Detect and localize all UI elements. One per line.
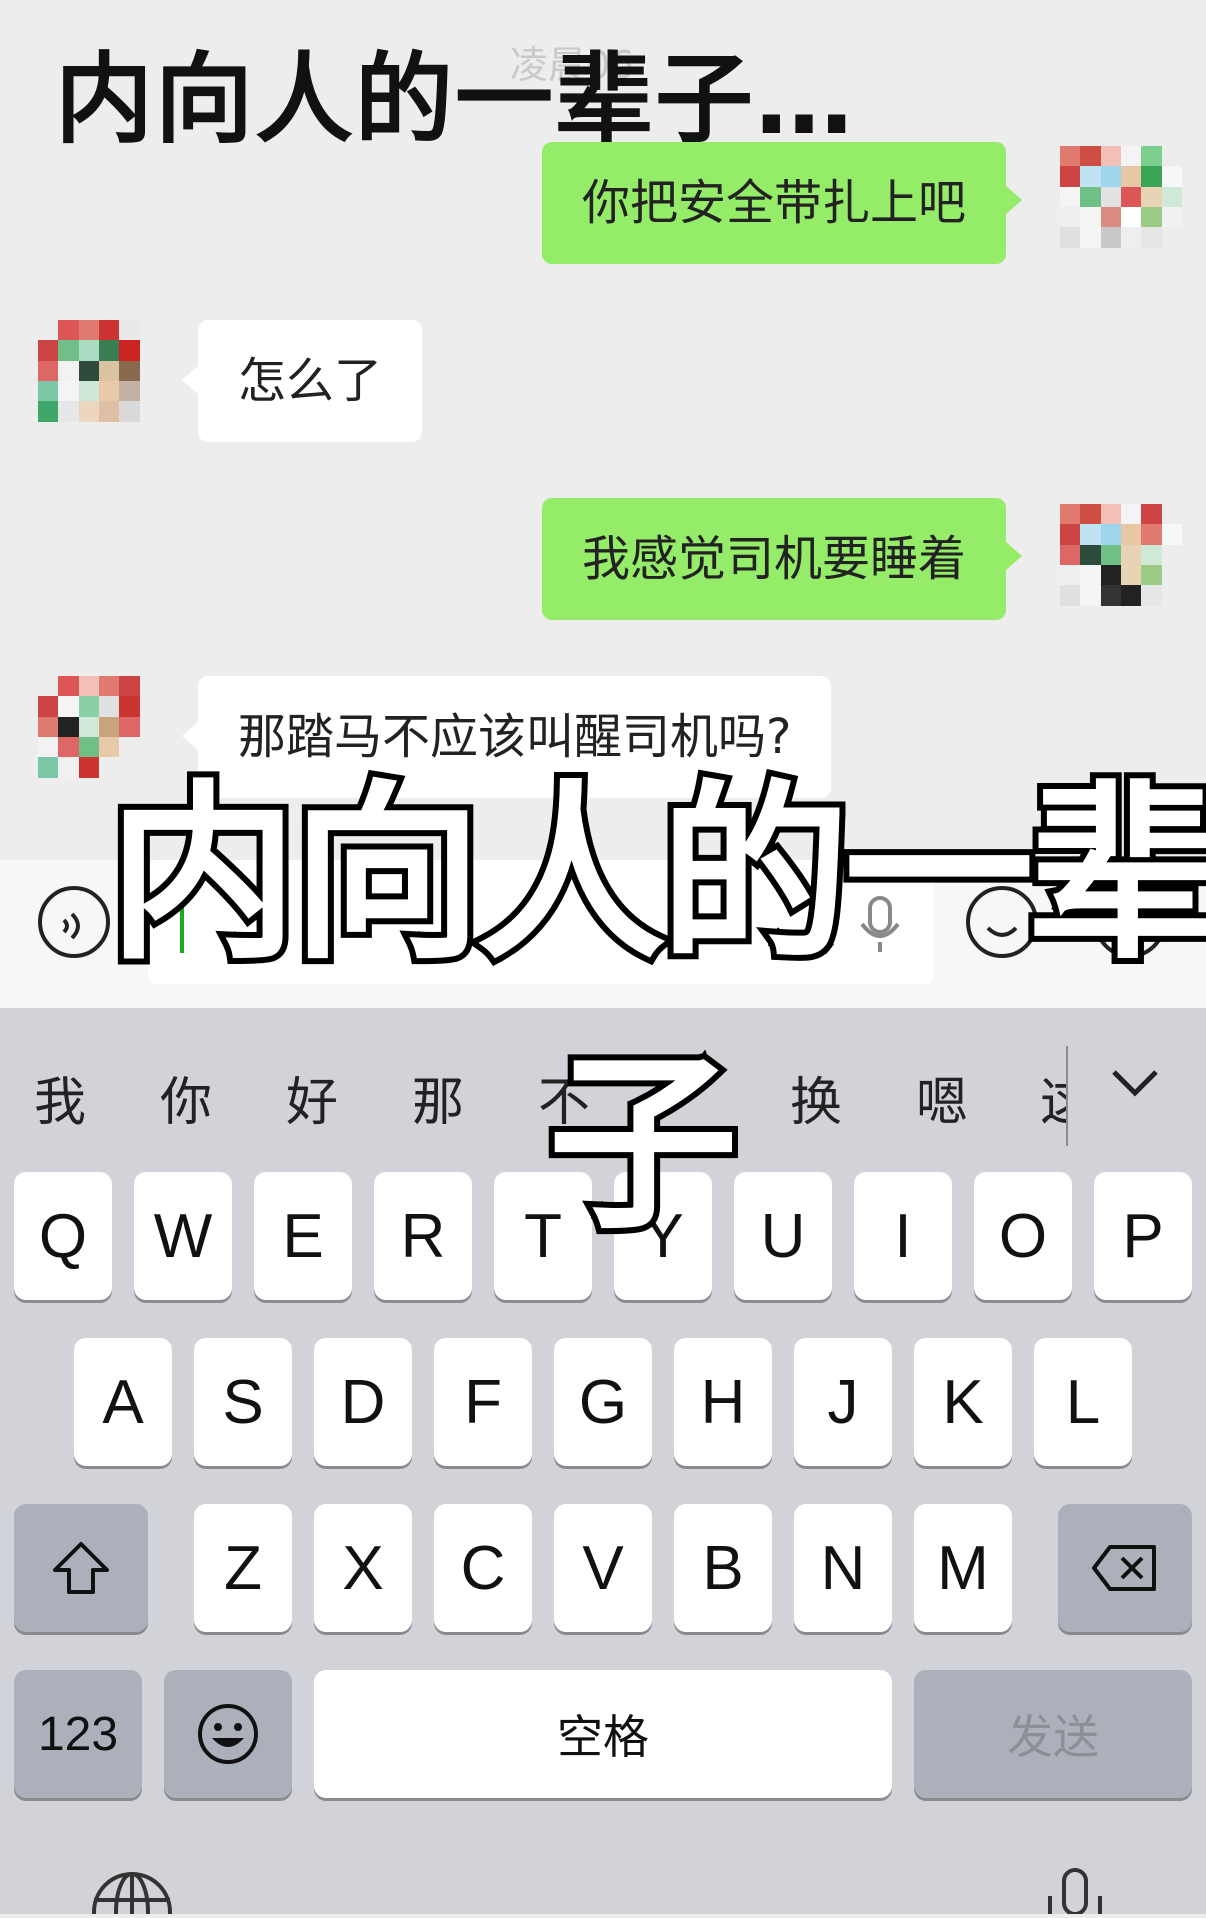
avatar-self[interactable] [1060, 504, 1182, 626]
emoji-face-icon [198, 1704, 258, 1764]
key-e[interactable]: E [254, 1172, 352, 1300]
key-m[interactable]: M [914, 1504, 1012, 1632]
candidate-divider [1066, 1046, 1068, 1146]
message-bubble-outgoing[interactable]: 你把安全带扎上吧 [541, 142, 1006, 264]
send-key[interactable]: 发送 [914, 1670, 1192, 1798]
emoji-key[interactable] [164, 1670, 292, 1798]
message-bubble-incoming[interactable]: 怎么了 [198, 320, 423, 442]
message-text: 我感觉司机要睡着 [581, 531, 966, 587]
key-n[interactable]: N [794, 1504, 892, 1632]
backspace-icon [1092, 1545, 1156, 1591]
candidate-word[interactable]: 嗯 [916, 1060, 968, 1135]
shift-icon [53, 1542, 109, 1594]
message-text: 你把安全带扎上吧 [581, 175, 966, 231]
message-text: 怎么了 [238, 353, 383, 409]
candidate-word[interactable]: 好 [286, 1060, 338, 1135]
dictation-mic-icon[interactable] [1040, 1866, 1110, 1918]
key-q[interactable]: Q [14, 1172, 112, 1300]
key-l[interactable]: L [1034, 1338, 1132, 1466]
key-r[interactable]: R [374, 1172, 472, 1300]
key-w[interactable]: W [134, 1172, 232, 1300]
candidate-word[interactable]: 我 [34, 1060, 86, 1135]
key-h[interactable]: H [674, 1338, 772, 1466]
key-c[interactable]: C [434, 1504, 532, 1632]
key-z[interactable]: Z [194, 1504, 292, 1632]
key-k[interactable]: K [914, 1338, 1012, 1466]
key-u[interactable]: U [734, 1172, 832, 1300]
key-s[interactable]: S [194, 1338, 292, 1466]
avatar-contact[interactable] [38, 320, 160, 442]
message-bubble-outgoing[interactable]: 我感觉司机要睡着 [541, 498, 1006, 620]
key-o[interactable]: O [974, 1172, 1072, 1300]
candidate-word[interactable]: 那 [412, 1060, 464, 1135]
overlay-caption-line2: 子 [542, 1028, 744, 1261]
avatar-self[interactable] [1060, 146, 1182, 268]
bubble-tail [1006, 186, 1022, 214]
key-i[interactable]: I [854, 1172, 952, 1300]
candidate-word[interactable]: 换 [790, 1060, 842, 1135]
overlay-caption-line1: 内向人的一辈 [102, 758, 1206, 991]
bubble-tail [182, 366, 198, 394]
key-b[interactable]: B [674, 1504, 772, 1632]
key-j[interactable]: J [794, 1338, 892, 1466]
candidate-word[interactable]: 这 [1040, 1060, 1068, 1135]
collapse-chevron-icon[interactable] [1110, 1066, 1160, 1104]
key-p[interactable]: P [1094, 1172, 1192, 1300]
bubble-tail [1006, 542, 1022, 570]
space-key[interactable]: 空格 [314, 1670, 892, 1798]
key-f[interactable]: F [434, 1338, 532, 1466]
key-v[interactable]: V [554, 1504, 652, 1632]
key-a[interactable]: A [74, 1338, 172, 1466]
voice-toggle-icon[interactable] [38, 886, 110, 958]
shift-key[interactable] [14, 1504, 148, 1632]
key-x[interactable]: X [314, 1504, 412, 1632]
globe-icon[interactable] [90, 1870, 174, 1918]
numbers-key[interactable]: 123 [14, 1670, 142, 1798]
caption-title: 内向人的一辈子… [55, 43, 856, 157]
candidate-word[interactable]: 你 [160, 1060, 212, 1135]
key-d[interactable]: D [314, 1338, 412, 1466]
backspace-key[interactable] [1058, 1504, 1192, 1632]
key-g[interactable]: G [554, 1338, 652, 1466]
